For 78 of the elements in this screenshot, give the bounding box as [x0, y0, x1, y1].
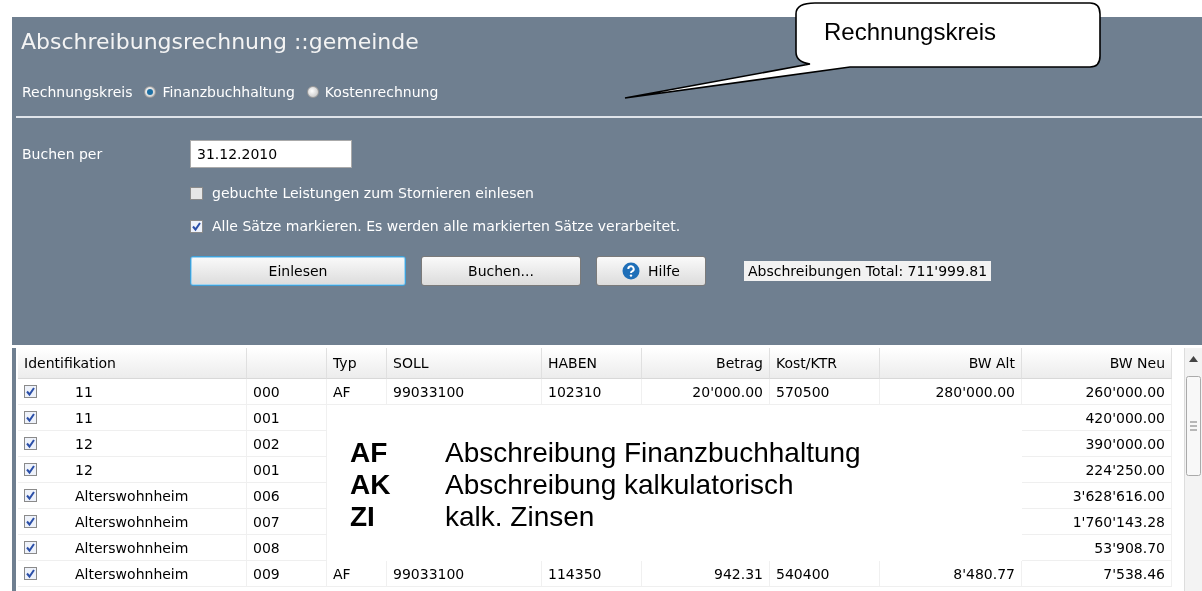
- table-cell: AF: [327, 379, 387, 405]
- checkbox[interactable]: [24, 489, 37, 502]
- column-header[interactable]: BW Alt: [880, 348, 1022, 379]
- radio-button[interactable]: [306, 86, 319, 98]
- table-cell: 3'628'616.00: [1022, 483, 1172, 509]
- legend-code: ZI: [350, 501, 376, 533]
- total-label: Abschreibungen Total: 711'999.81: [744, 261, 992, 281]
- table-cell: 8'480.77: [880, 561, 1022, 587]
- column-header[interactable]: BW Neu: [1022, 348, 1172, 379]
- column-header[interactable]: Typ: [327, 348, 387, 379]
- scrollbar-thumb[interactable]: [1186, 376, 1201, 476]
- radio-label[interactable]: Kostenrechnung: [324, 84, 439, 100]
- table-cell: 001: [247, 405, 327, 431]
- table-cell: 11: [75, 383, 93, 400]
- table-cell: 99033100: [387, 561, 542, 587]
- checkbox-label[interactable]: gebuchte Leistungen zum Stornieren einlesen: [212, 185, 534, 201]
- checkbox[interactable]: [24, 385, 37, 398]
- table-cell: 99033100: [387, 379, 542, 405]
- field-label: Buchen per: [22, 146, 104, 162]
- table-cell: 1'760'143.28: [1022, 509, 1172, 535]
- window-title: Abschreibungsrechnung ::gemeinde: [21, 29, 419, 56]
- table-cell: 114350: [542, 561, 642, 587]
- table-cell: 420'000.00: [1022, 405, 1172, 431]
- legend-text: Abschreibung kalkulatorisch: [445, 469, 795, 501]
- table-cell: 390'000.00: [1022, 431, 1172, 457]
- table-cell: 224'250.00: [1022, 457, 1172, 483]
- column-header[interactable]: Betrag: [642, 348, 770, 379]
- callout-text: Rechnungskreis: [824, 18, 997, 46]
- table-cell: 20'000.00: [642, 379, 770, 405]
- checkbox[interactable]: [190, 219, 203, 233]
- table-cell: Alterswohnheim: [75, 539, 189, 556]
- checkbox[interactable]: [24, 567, 37, 580]
- table-cell: 570500: [770, 379, 880, 405]
- legend-text: kalk. Zinsen: [445, 501, 596, 533]
- table-cell: 000: [247, 379, 327, 405]
- checkbox[interactable]: [24, 411, 37, 424]
- checkbox[interactable]: [24, 463, 37, 476]
- table-cell: AF: [327, 561, 387, 587]
- table-cell: 280'000.00: [880, 379, 1022, 405]
- column-header[interactable]: SOLL: [387, 348, 542, 379]
- legend-code: AK: [350, 469, 392, 501]
- table-cell: 001: [247, 457, 327, 483]
- scroll-up-icon[interactable]: [1189, 356, 1198, 362]
- book-button[interactable]: Buchen...: [421, 256, 581, 286]
- table-cell: 007: [247, 509, 327, 535]
- column-header[interactable]: Kost/KTR: [770, 348, 880, 379]
- date-field[interactable]: 31.12.2010: [190, 140, 352, 168]
- checkbox[interactable]: [24, 515, 37, 528]
- checkbox[interactable]: [24, 541, 37, 554]
- legend-text: Abschreibung Finanzbuchhaltung: [445, 437, 862, 469]
- help-icon: [622, 262, 641, 280]
- legend-code: AF: [350, 437, 389, 469]
- help-button[interactable]: Hilfe: [596, 256, 706, 286]
- table-cell: 008: [247, 535, 327, 561]
- table-cell: 102310: [542, 379, 642, 405]
- field-label: Rechnungskreis: [22, 84, 133, 100]
- table-cell: Alterswohnheim: [75, 487, 189, 504]
- checkbox[interactable]: [24, 437, 37, 450]
- table-cell: Alterswohnheim: [75, 513, 189, 530]
- table-cell: 11: [75, 409, 93, 426]
- table-cell: 540400: [770, 561, 880, 587]
- table-cell: 260'000.00: [1022, 379, 1172, 405]
- table-cell: 942.31: [642, 561, 770, 587]
- column-header[interactable]: Identifikation: [18, 348, 247, 379]
- checkbox-label[interactable]: Alle Sätze markieren. Es werden alle markierten Sätze verarbeitet.: [212, 218, 681, 234]
- table-cell: 53'908.70: [1022, 535, 1172, 561]
- table-cell: 009: [247, 561, 327, 587]
- table-cell: 002: [247, 431, 327, 457]
- table-cell: Alterswohnheim: [75, 565, 189, 582]
- table-cell: 12: [75, 461, 93, 478]
- radio-label[interactable]: Finanzbuchhaltung: [162, 84, 295, 100]
- read-button[interactable]: Einlesen: [190, 256, 406, 286]
- checkbox[interactable]: [190, 186, 203, 200]
- column-header[interactable]: HABEN: [542, 348, 642, 379]
- table-cell: 006: [247, 483, 327, 509]
- table-cell: 12: [75, 435, 93, 452]
- table-cell: 7'538.46: [1022, 561, 1172, 587]
- radio-button[interactable]: [144, 86, 157, 98]
